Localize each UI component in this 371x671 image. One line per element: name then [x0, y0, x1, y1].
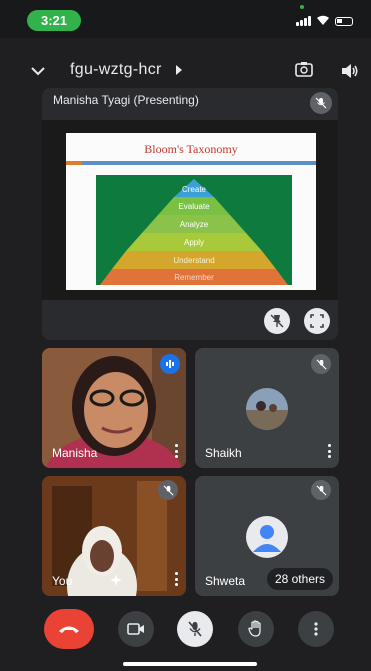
- meet-screen: 3:21 fgu-wztg-hcr Manisha Tyagi (Present…: [0, 0, 371, 671]
- avatar: [246, 516, 288, 558]
- mic-off-icon: [158, 480, 178, 500]
- mic-off-icon: [311, 354, 331, 374]
- pyramid-background: Create Evaluate Analyze Apply Understand…: [96, 175, 292, 285]
- wifi-icon: [317, 15, 329, 25]
- pyramid-level: Remember: [174, 273, 214, 282]
- slide-title: Bloom's Taxonomy: [144, 142, 238, 156]
- raise-hand-button[interactable]: [238, 611, 274, 647]
- effects-sparkle-icon[interactable]: [110, 573, 124, 587]
- presentation-slide: Bloom's Taxonomy Create Evaluate Analyze: [66, 133, 316, 290]
- end-call-button[interactable]: [44, 609, 94, 649]
- more-vert-icon[interactable]: [174, 572, 178, 586]
- mic-toggle-button[interactable]: [177, 611, 213, 647]
- presentation-controls: [42, 300, 338, 340]
- shared-screen: Bloom's Taxonomy Create Evaluate Analyze: [42, 120, 338, 300]
- others-count-badge[interactable]: 28 others: [266, 568, 333, 590]
- camera-toggle-button[interactable]: [118, 611, 154, 647]
- self-tile[interactable]: You: [42, 476, 186, 596]
- end-call-icon: [59, 626, 79, 633]
- meeting-code[interactable]: fgu-wztg-hcr: [70, 61, 162, 79]
- status-time: 3:21: [27, 10, 81, 31]
- speaking-indicator-icon: [160, 354, 180, 374]
- presenter-label: Manisha Tyagi (Presenting): [53, 93, 199, 107]
- speaker-icon[interactable]: [340, 61, 360, 81]
- status-bar: 3:21: [0, 0, 371, 38]
- caret-right-icon[interactable]: [175, 65, 183, 75]
- slide-divider-accent: [66, 161, 82, 165]
- more-options-icon: [314, 622, 318, 636]
- participant-tile[interactable]: Manisha: [42, 348, 186, 468]
- camera-icon: [127, 623, 144, 635]
- participant-tile[interactable]: Shweta 28 others: [195, 476, 339, 596]
- meeting-header: fgu-wztg-hcr: [0, 54, 371, 88]
- participant-name: Shaikh: [205, 446, 242, 460]
- presentation-tile[interactable]: Manisha Tyagi (Presenting) Bloom's Taxon…: [42, 88, 338, 340]
- pin-off-icon[interactable]: [264, 308, 290, 334]
- home-indicator[interactable]: [123, 662, 257, 666]
- mic-off-icon: [310, 92, 332, 114]
- pyramid-level: Evaluate: [178, 202, 210, 211]
- pyramid-level: Apply: [183, 238, 204, 247]
- participant-name: Manisha: [52, 446, 98, 460]
- fullscreen-icon[interactable]: [304, 308, 330, 334]
- pyramid-level: Create: [181, 185, 206, 194]
- pyramid-level: Analyze: [179, 220, 209, 229]
- participant-name: You: [52, 574, 73, 588]
- avatar: [246, 388, 288, 430]
- raise-hand-icon: [248, 620, 261, 637]
- mic-off-icon: [188, 621, 202, 637]
- status-icons: [296, 14, 353, 26]
- slide-divider: [66, 161, 316, 165]
- participant-name: Shweta: [205, 574, 246, 588]
- participant-tile[interactable]: Shaikh: [195, 348, 339, 468]
- chevron-down-icon[interactable]: [30, 63, 46, 79]
- more-vert-icon[interactable]: [174, 444, 178, 458]
- camera-flip-icon[interactable]: [294, 60, 314, 80]
- mic-off-icon: [311, 480, 331, 500]
- signal-icon: [296, 16, 311, 26]
- more-options-button[interactable]: [298, 611, 334, 647]
- battery-icon: [335, 17, 353, 26]
- more-vert-icon[interactable]: [327, 444, 331, 458]
- call-controls: [0, 605, 371, 655]
- status-indicator-dot: [300, 5, 304, 9]
- pyramid-level: Understand: [173, 256, 215, 265]
